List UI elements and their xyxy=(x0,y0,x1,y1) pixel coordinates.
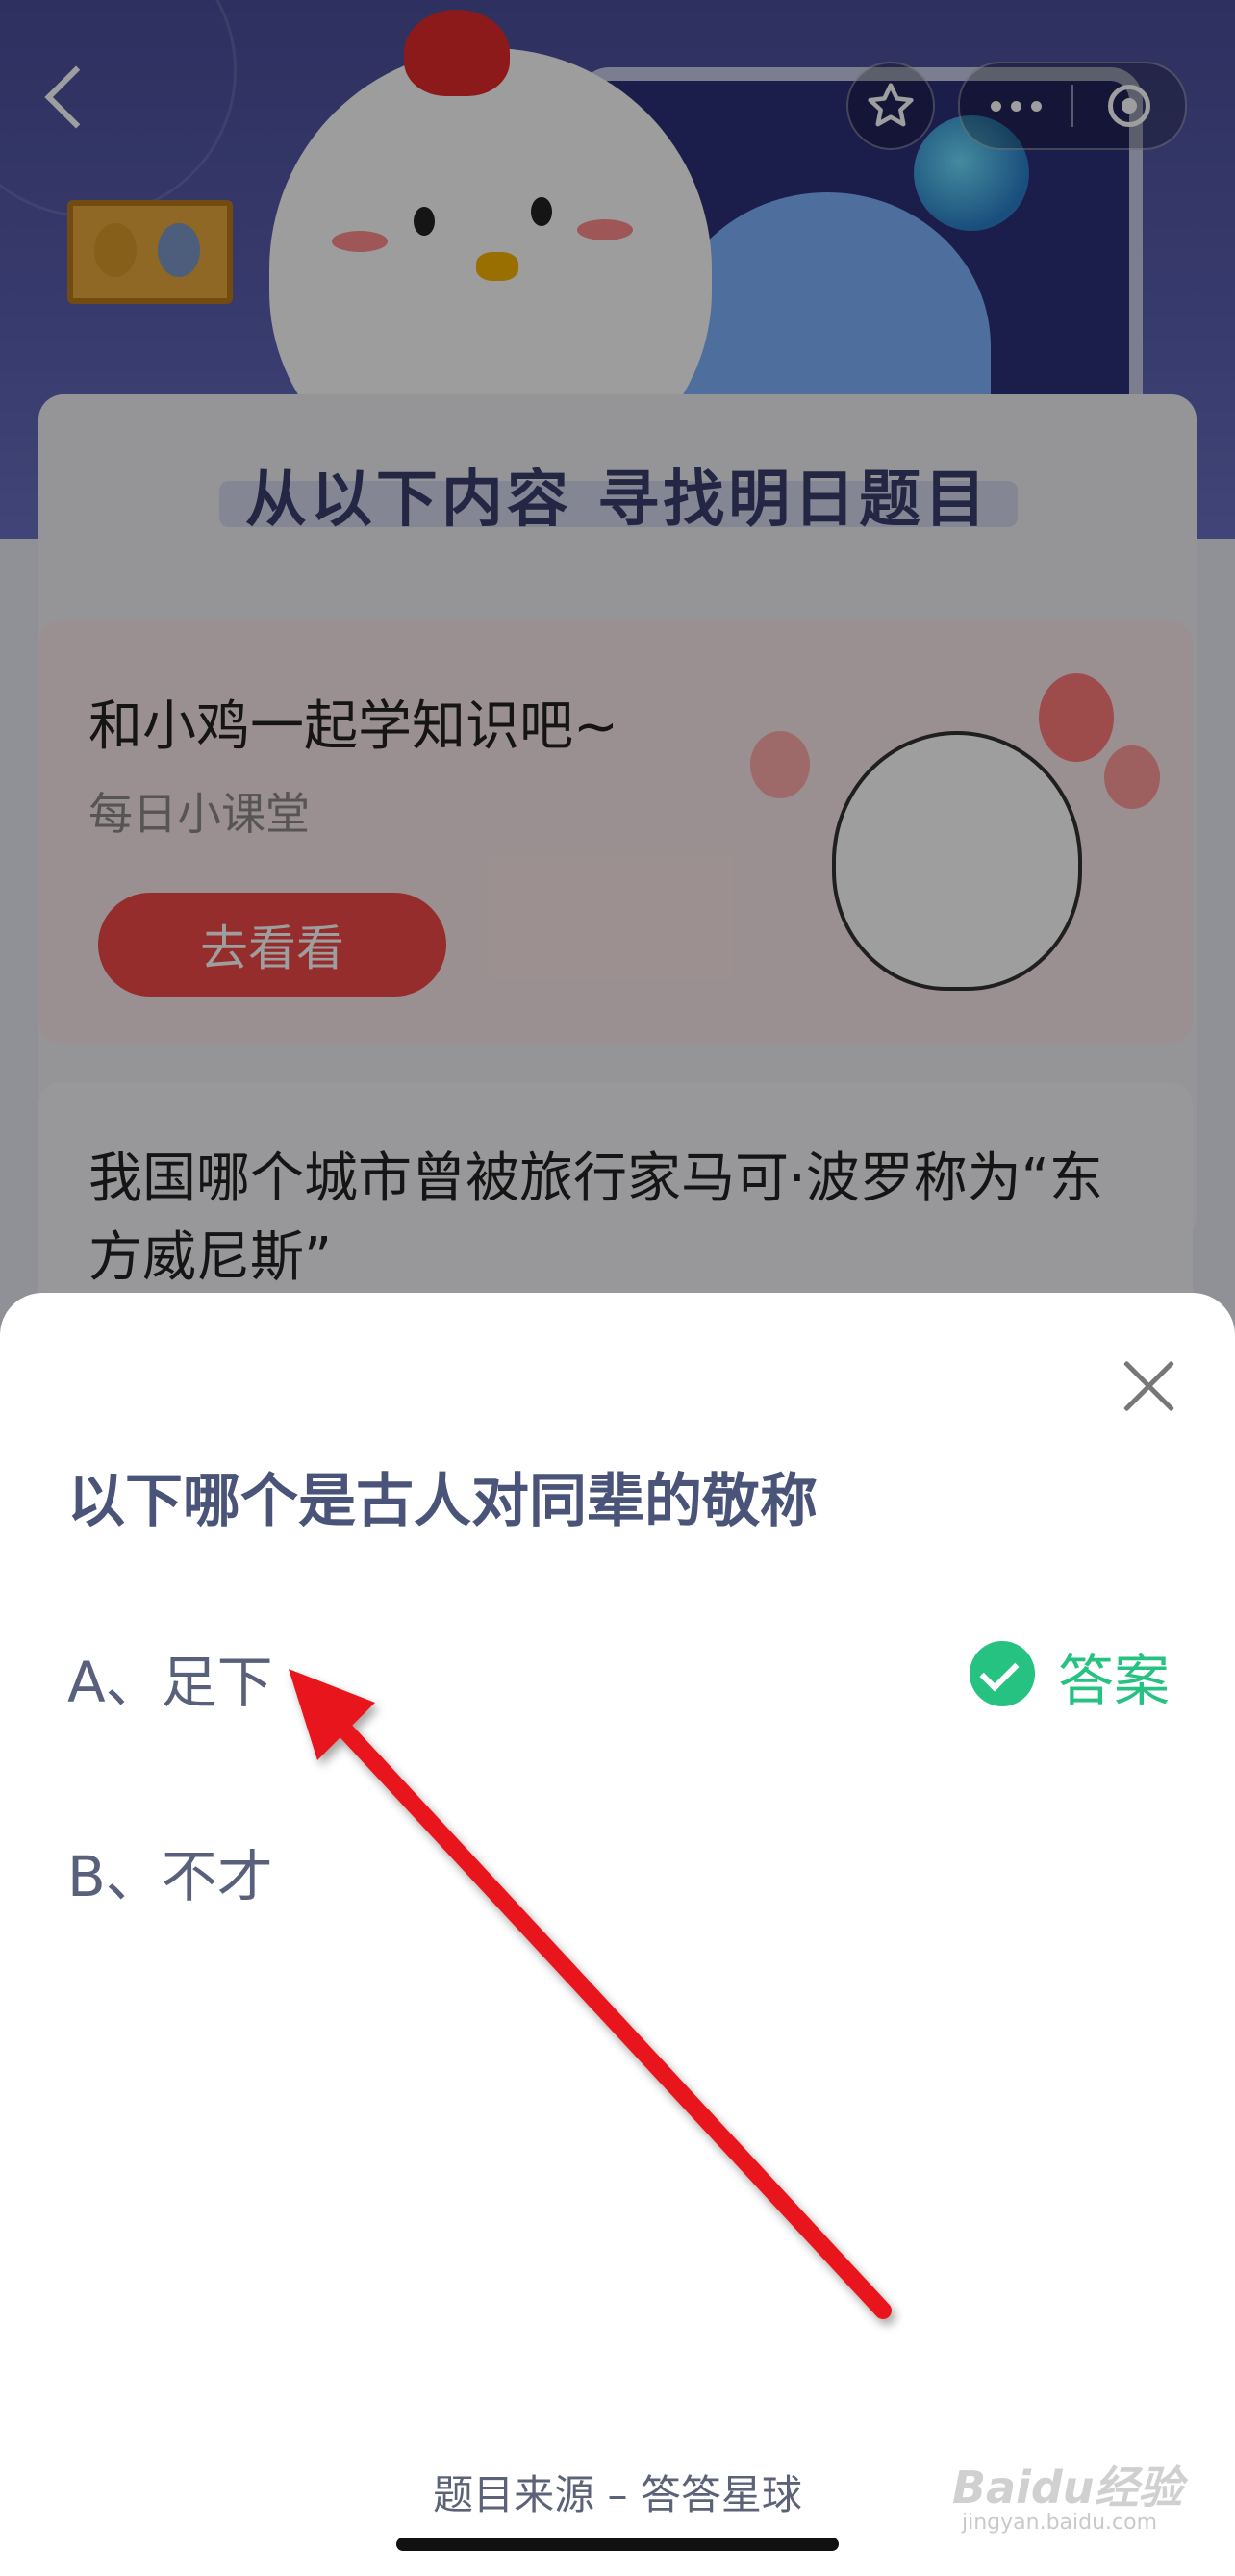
home-indicator[interactable] xyxy=(396,2538,839,2551)
red-arrow-annotation xyxy=(289,1669,892,2319)
watermark-url: jingyan.baidu.com xyxy=(962,2511,1158,2535)
baidu-watermark: Baidu经验 xyxy=(952,2462,1183,2513)
